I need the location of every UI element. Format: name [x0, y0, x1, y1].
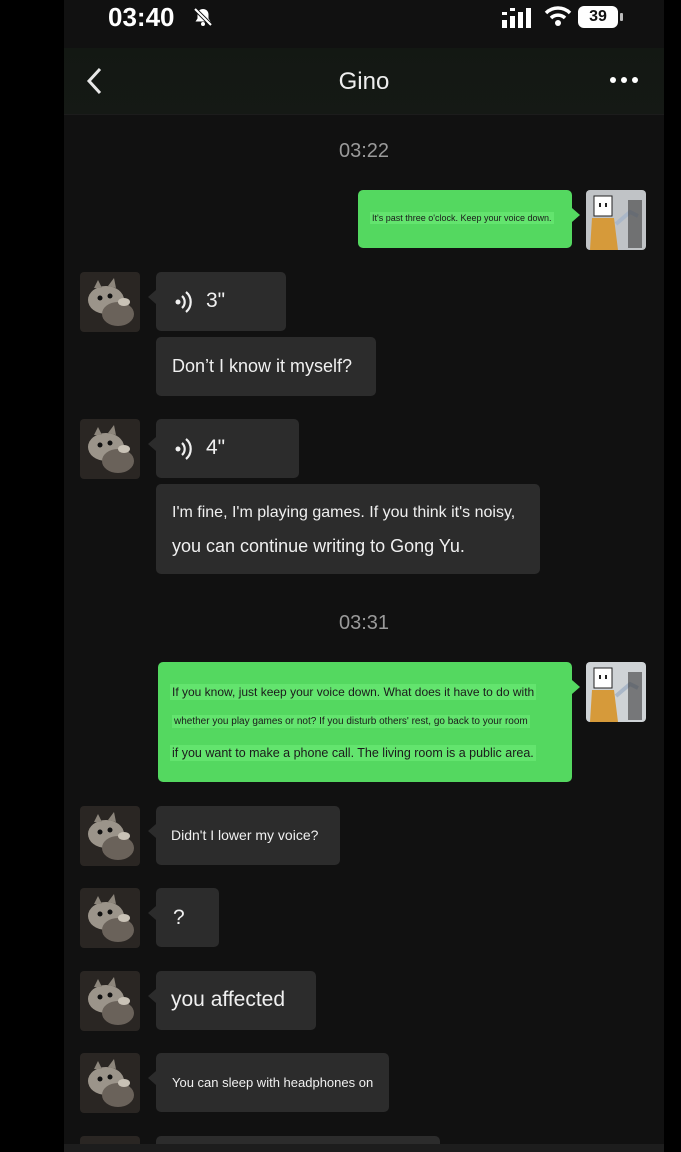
self-avatar[interactable] [586, 662, 646, 722]
more-icon[interactable] [608, 74, 640, 86]
voice-duration: 4" [206, 436, 226, 459]
incoming-message[interactable]: you affected [148, 971, 316, 1030]
signal-icon [502, 8, 531, 28]
cat-avatar[interactable] [80, 971, 140, 1031]
cat-avatar[interactable] [80, 272, 140, 332]
voice-duration: 3" [206, 289, 226, 312]
message-text: ? [173, 906, 185, 929]
incoming-message[interactable]: Don’t I know it myself? [156, 337, 376, 396]
status-bar: 03:40 39 [64, 0, 664, 38]
battery-level: 39 [578, 6, 618, 28]
message-text-line: whether you play games or not? If you di… [172, 715, 530, 728]
self-avatar[interactable] [586, 190, 646, 250]
message-text: Didn't I lower my voice? [171, 827, 319, 843]
nav-bar: Gino [64, 48, 664, 115]
incoming-message[interactable]: Didn't I lower my voice? [148, 806, 340, 865]
incoming-message[interactable]: You can sleep with headphones on [148, 1053, 389, 1112]
status-time: 03:40 [108, 2, 175, 32]
message-text: It's past three o'clock. Keep your voice… [370, 212, 554, 224]
message-text: You can sleep with headphones on [172, 1075, 374, 1090]
outgoing-message[interactable]: It's past three o'clock. Keep your voice… [358, 190, 580, 248]
cat-avatar[interactable] [80, 1053, 140, 1113]
chat-title: Gino [338, 68, 390, 95]
outgoing-message[interactable]: If you know, just keep your voice down. … [158, 662, 580, 782]
chat-screen: 03:40 39 Gino 03:22 It's past three o'cl… [64, 0, 664, 1152]
voice-message[interactable]: 3" [148, 272, 286, 331]
message-text-line: I'm fine, I'm playing games. If you thin… [172, 504, 516, 521]
cat-avatar[interactable] [80, 419, 140, 479]
message-text: Don’t I know it myself? [172, 356, 353, 376]
message-text: you affected [171, 988, 286, 1011]
message-text-line: if you want to make a phone call. The li… [170, 745, 536, 761]
voice-icon [175, 291, 192, 313]
voice-message[interactable]: 4" [148, 419, 299, 478]
incoming-message[interactable]: I'm fine, I'm playing games. If you thin… [156, 484, 540, 574]
voice-icon [175, 438, 192, 460]
message-text-line: If you know, just keep your voice down. … [170, 684, 537, 700]
bell-slash-icon [193, 7, 213, 27]
battery-icon: 39 [578, 6, 624, 28]
incoming-message[interactable]: ? [148, 888, 219, 947]
cat-avatar[interactable] [80, 806, 140, 866]
wifi-icon [544, 6, 572, 26]
message-text-line: you can continue writing to Gong Yu. [172, 536, 465, 556]
timestamp: 03:22 [338, 140, 390, 162]
input-bar [64, 1144, 664, 1152]
cat-avatar[interactable] [80, 888, 140, 948]
timestamp: 03:31 [338, 612, 390, 634]
